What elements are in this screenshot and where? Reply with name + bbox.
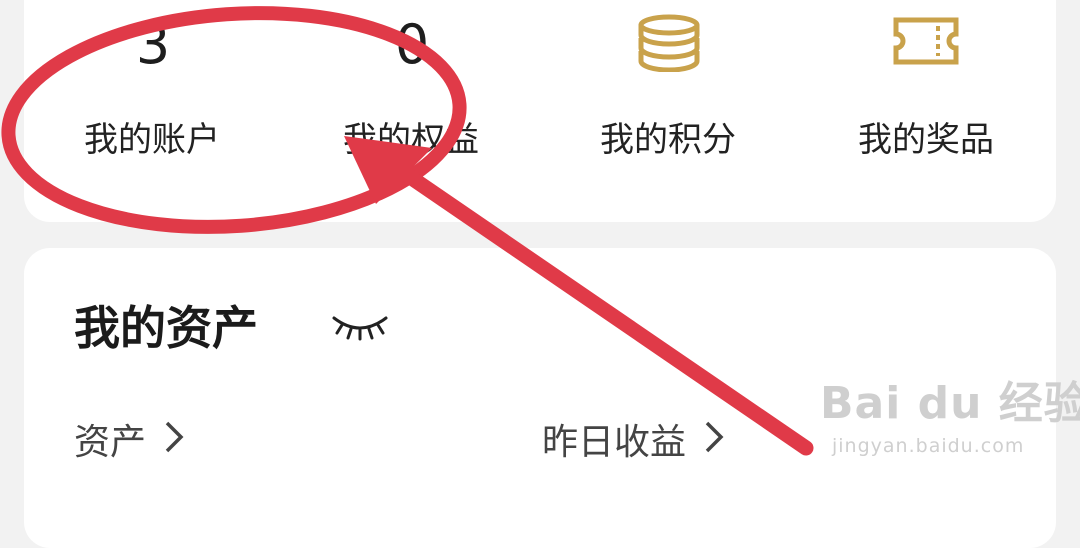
watermark-sub: jingyan.baidu.com xyxy=(832,435,1025,457)
coins-icon[interactable] xyxy=(636,14,702,76)
assets-title: 我的资产 xyxy=(74,301,258,355)
asset-link[interactable]: 资产 xyxy=(74,418,184,468)
chevron-right-icon xyxy=(164,418,184,468)
chevron-right-icon xyxy=(704,418,724,468)
equity-count: 0 xyxy=(394,13,430,76)
yesterday-income-link[interactable]: 昨日收益 xyxy=(542,418,724,468)
asset-link-label: 资产 xyxy=(74,422,147,463)
watermark-main: Bai du 经验 xyxy=(820,378,1080,429)
closed-eye-icon[interactable] xyxy=(330,308,390,348)
ticket-icon[interactable] xyxy=(892,16,960,70)
my-points-label[interactable]: 我的积分 xyxy=(568,118,768,162)
baidu-jingyan-watermark: Bai du 经验 jingyan.baidu.com xyxy=(820,376,1080,458)
yesterday-income-label: 昨日收益 xyxy=(542,422,687,463)
account-count: 3 xyxy=(135,13,171,76)
my-equity-label[interactable]: 我的权益 xyxy=(311,118,511,162)
my-account-label[interactable]: 我的账户 xyxy=(52,118,252,162)
my-prizes-label[interactable]: 我的奖品 xyxy=(826,118,1026,162)
